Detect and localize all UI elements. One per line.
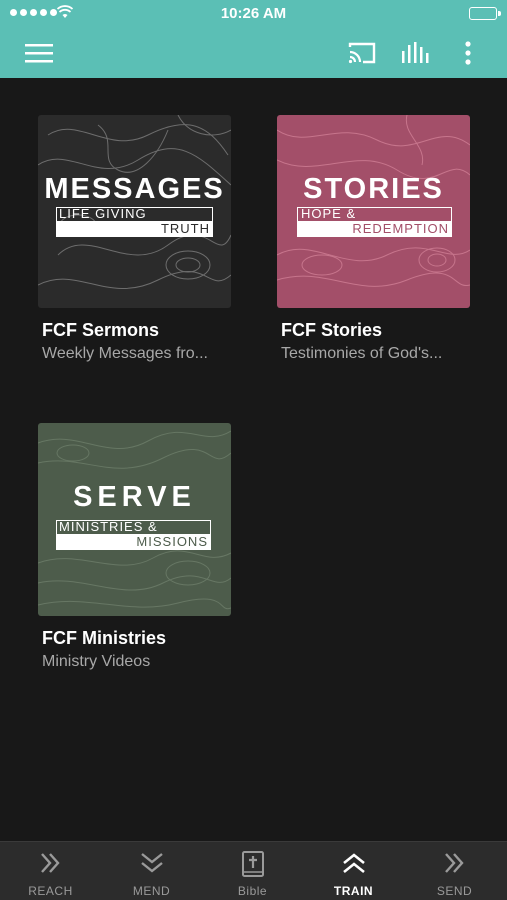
app-bar <box>0 28 507 78</box>
double-chevron-right-icon <box>444 853 464 873</box>
nav-label: MEND <box>132 884 171 898</box>
artwork-line-1: MINISTRIES & <box>56 520 211 535</box>
double-chevron-right-icon <box>40 853 60 873</box>
battery-icon <box>469 7 501 20</box>
channel-subtitle: Weekly Messages fro... <box>42 345 208 362</box>
menu-button[interactable] <box>22 28 56 78</box>
channel-artwork[interactable]: SERVE MINISTRIES & MISSIONS <box>38 423 231 616</box>
nav-label: Bible <box>237 884 268 898</box>
nav-item-send[interactable]: SEND <box>404 842 505 900</box>
cast-icon <box>348 42 376 64</box>
nav-item-mend[interactable]: MEND <box>101 842 202 900</box>
content-area: MESSAGES LIFE GIVING TRUTH FCF Sermons W… <box>0 78 507 841</box>
artwork-title: SERVE <box>73 481 196 513</box>
artwork-line-1: LIFE GIVING <box>56 207 213 222</box>
nav-label: TRAIN <box>333 884 374 898</box>
menu-icon <box>25 44 53 63</box>
artwork-title: MESSAGES <box>44 173 225 205</box>
channel-title[interactable]: FCF Stories <box>277 320 470 341</box>
double-chevron-up-icon <box>342 853 365 874</box>
channel-artwork[interactable]: STORIES HOPE & REDEMPTION <box>277 115 470 308</box>
artwork-line-1: HOPE & <box>297 207 452 222</box>
equalizer-icon <box>402 42 429 63</box>
equalizer-button[interactable] <box>398 28 432 78</box>
nav-label: SEND <box>436 884 473 898</box>
double-chevron-down-icon <box>140 853 163 873</box>
status-time: 10:26 AM <box>220 5 287 22</box>
channel-subtitle: Testimonies of God's... <box>281 345 443 362</box>
bottom-navigation: REACH MEND Bible TRAIN SEND <box>0 841 507 900</box>
channel-card-sermons[interactable]: MESSAGES LIFE GIVING TRUTH FCF Sermons W… <box>38 115 231 363</box>
status-bar: 10:26 AM <box>0 0 507 28</box>
bible-icon <box>241 851 264 877</box>
channel-title[interactable]: FCF Sermons <box>38 320 231 341</box>
nav-label: REACH <box>28 884 73 898</box>
nav-item-train[interactable]: TRAIN <box>303 842 404 900</box>
more-vert-icon <box>465 41 471 65</box>
artwork-line-2: MISSIONS <box>56 535 211 550</box>
nav-item-reach[interactable]: REACH <box>0 842 101 900</box>
channel-artwork[interactable]: MESSAGES LIFE GIVING TRUTH <box>38 115 231 308</box>
channel-subtitle: Ministry Videos <box>42 653 151 670</box>
more-options-button[interactable] <box>456 28 480 78</box>
channel-card-stories[interactable]: STORIES HOPE & REDEMPTION FCF Stories Te… <box>277 115 470 363</box>
nav-item-bible[interactable]: Bible <box>202 842 303 900</box>
artwork-line-2: TRUTH <box>56 222 213 237</box>
artwork-title: STORIES <box>303 173 444 205</box>
channel-title[interactable]: FCF Ministries <box>38 628 231 649</box>
channel-card-ministries[interactable]: SERVE MINISTRIES & MISSIONS FCF Ministri… <box>38 423 231 671</box>
cast-button[interactable] <box>344 28 380 78</box>
artwork-line-2: REDEMPTION <box>297 222 452 237</box>
